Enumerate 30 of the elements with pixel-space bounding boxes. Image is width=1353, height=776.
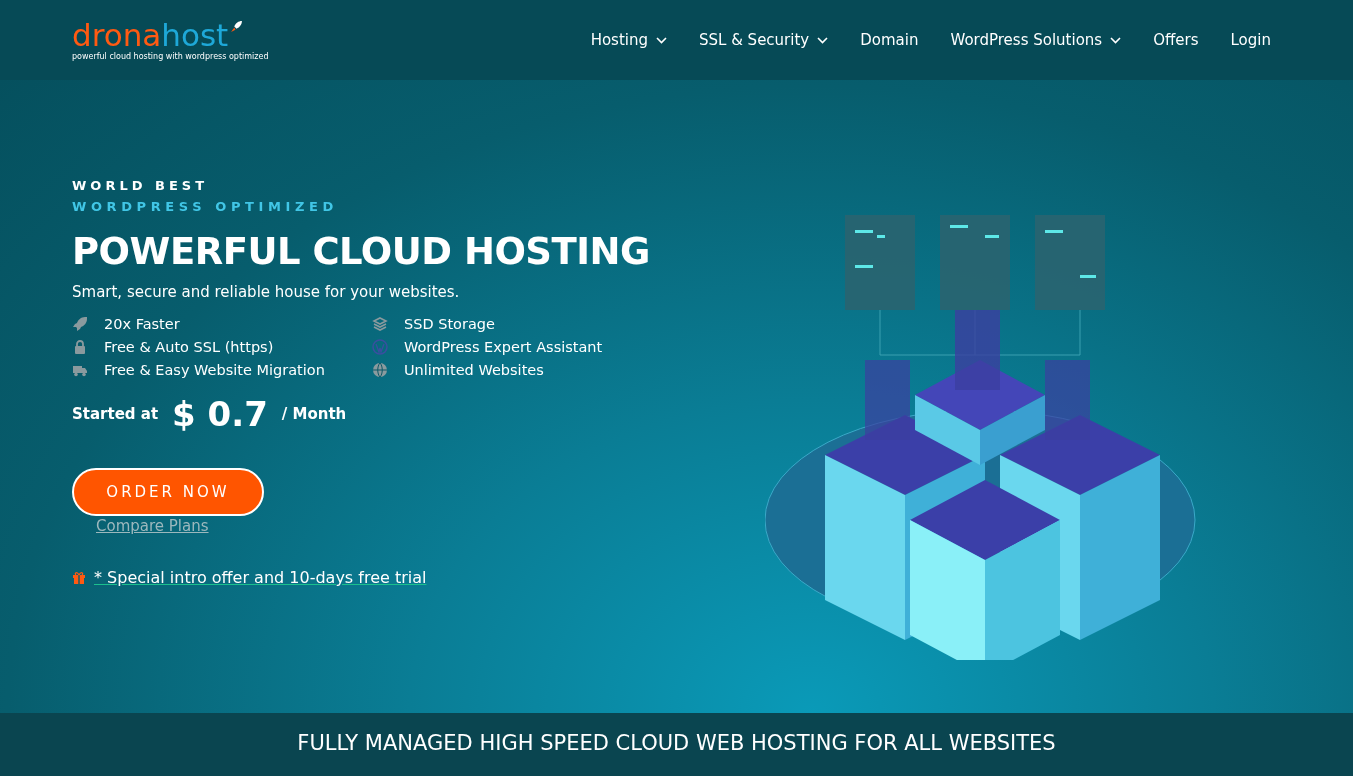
nav-link[interactable]: SSL & Security xyxy=(699,31,829,49)
logo-wordmark[interactable]: dronahost xyxy=(72,19,229,50)
nav-link[interactable]: Hosting xyxy=(590,31,667,49)
gift-icon xyxy=(72,570,86,585)
price-prefix: Started at xyxy=(72,405,159,423)
price-period: / Month xyxy=(281,405,347,423)
hero-title: POWERFUL CLOUD HOSTING xyxy=(72,230,651,273)
globe-icon xyxy=(372,362,388,378)
rocket-icon xyxy=(230,19,244,33)
logo-tagline: powerful cloud hosting with wordpress optimized xyxy=(72,51,269,61)
wordpress-icon xyxy=(372,339,388,355)
nav-link[interactable]: Login xyxy=(1230,31,1271,49)
price-amount: $ 0.7 xyxy=(172,394,268,434)
layers-icon xyxy=(372,316,388,332)
nav-link[interactable]: WordPress Solutions xyxy=(950,31,1122,49)
eyebrow-text: WORLD BEST xyxy=(72,178,210,193)
lock-icon xyxy=(72,339,88,355)
feature-text: SSD Storage xyxy=(404,316,495,332)
eyebrow-accent-text: WORDPRESS OPTIMIZED xyxy=(72,199,339,214)
feature-text: Free & Auto SSL (https) xyxy=(104,339,274,355)
feature-text: WordPress Expert Assistant xyxy=(404,339,603,355)
hero-subtitle: Smart, secure and reliable house for your websites. xyxy=(72,283,461,301)
nav-link[interactable]: Offers xyxy=(1153,31,1199,49)
feature-text: Unlimited Websites xyxy=(404,362,544,378)
rocket-icon xyxy=(72,316,88,332)
banner-text: FULLY MANAGED HIGH SPEED CLOUD WEB HOSTING FOR ALL WEBSITES xyxy=(297,730,1056,757)
offer-link[interactable]: * Special intro offer and 10-days free trial xyxy=(94,568,427,587)
nav-link[interactable]: Domain xyxy=(860,31,919,49)
feature-text: 20x Faster xyxy=(104,316,180,332)
feature-text: Free & Easy Website Migration xyxy=(104,362,325,378)
